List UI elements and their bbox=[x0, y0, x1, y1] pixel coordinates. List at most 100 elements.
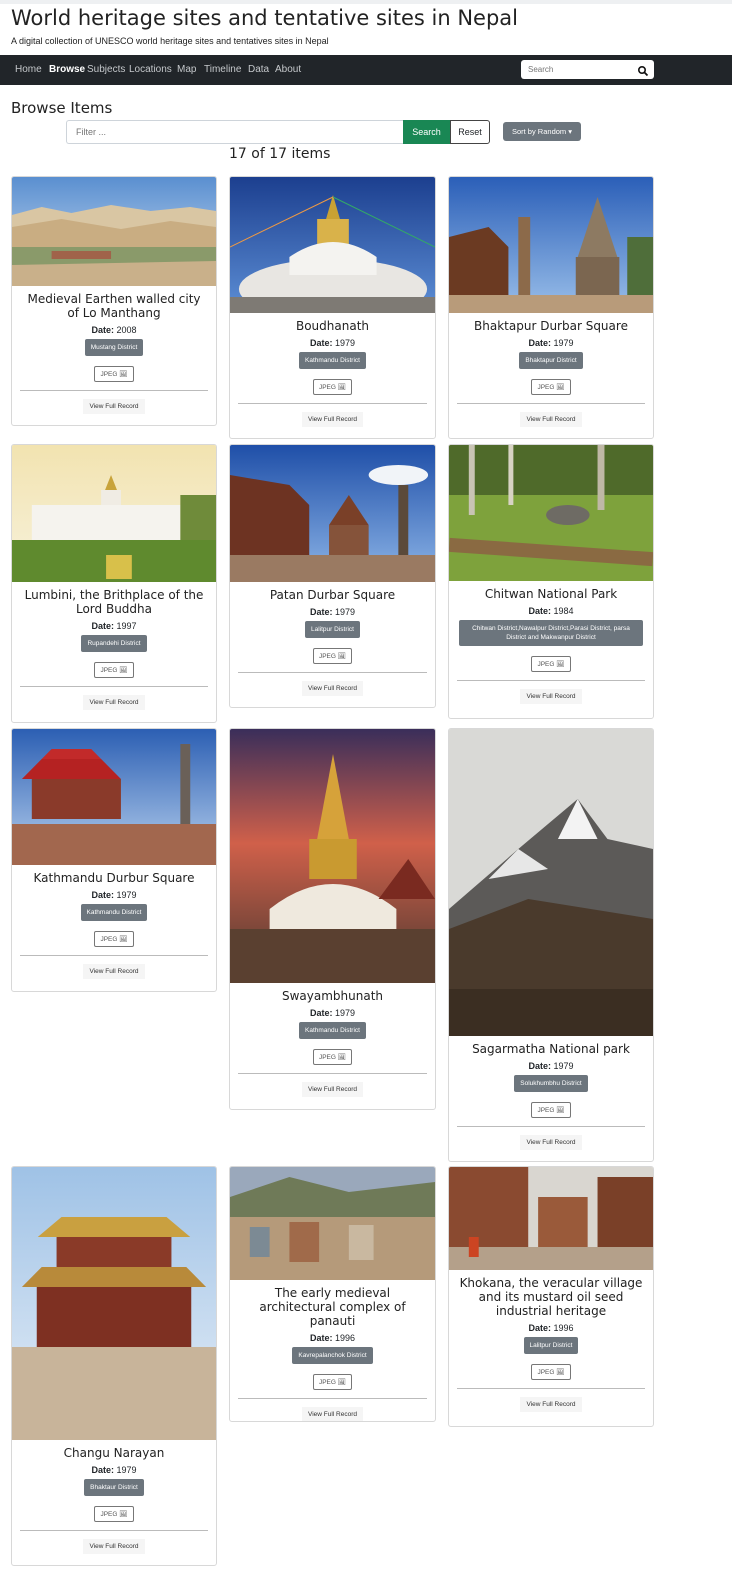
location-badge[interactable]: Bhaktaur District bbox=[84, 1479, 144, 1496]
location-badge[interactable]: Mustang District bbox=[84, 339, 144, 356]
item-title[interactable]: Boudhanath bbox=[230, 319, 435, 333]
item-date: Date: 1984 bbox=[528, 606, 574, 616]
view-full-record-button[interactable]: View Full Record bbox=[301, 412, 363, 427]
item-title[interactable]: Bhaktapur Durbar Square bbox=[449, 319, 653, 333]
item-title[interactable]: Swayambhunath bbox=[230, 989, 435, 1003]
nav-search-box bbox=[521, 60, 654, 79]
divider bbox=[20, 955, 208, 956]
item-date: Date: 1979 bbox=[309, 607, 356, 617]
format-badge: JPEG 🖼 bbox=[94, 1506, 134, 1522]
item-image[interactable] bbox=[449, 445, 653, 581]
item-image[interactable] bbox=[12, 445, 216, 582]
item-date: Date: 1996 bbox=[528, 1323, 574, 1333]
location-badge[interactable]: Lalitpur District bbox=[523, 1337, 579, 1354]
view-full-record-button[interactable]: View Full Record bbox=[520, 1135, 582, 1150]
item-card: Medieval Earthen walled city of Lo Manth… bbox=[11, 176, 217, 426]
nav-home[interactable]: Home bbox=[15, 64, 42, 75]
item-title[interactable]: Patan Durbar Square bbox=[230, 588, 435, 602]
nav-timeline[interactable]: Timeline bbox=[204, 64, 241, 75]
location-badge[interactable]: Solukhumbhu District bbox=[514, 1075, 588, 1092]
item-image[interactable] bbox=[230, 729, 435, 983]
site-subtitle: A digital collection of UNESCO world her… bbox=[11, 36, 329, 46]
item-title[interactable]: Chitwan National Park bbox=[449, 587, 653, 601]
nav-locations[interactable]: Locations bbox=[129, 64, 172, 75]
format-badge: JPEG 🖼 bbox=[312, 1374, 353, 1390]
divider bbox=[457, 680, 645, 681]
format-badge: JPEG 🖼 bbox=[531, 656, 571, 672]
nav-map[interactable]: Map bbox=[177, 64, 196, 75]
item-date: Date: 1979 bbox=[528, 338, 574, 348]
divider bbox=[238, 1073, 427, 1074]
image-icon: 🖼 bbox=[119, 936, 128, 943]
nav-browse[interactable]: Browse bbox=[49, 64, 85, 75]
location-badge[interactable]: Kathmandu District bbox=[299, 1022, 366, 1039]
sort-label: Sort by Random bbox=[511, 127, 567, 136]
location-badge[interactable]: Kavrepalanchok District bbox=[292, 1347, 373, 1364]
filter-input[interactable] bbox=[67, 121, 403, 143]
item-image[interactable] bbox=[230, 1167, 435, 1280]
item-card: Kathmandu Durbur Square Date: 1979 Kathm… bbox=[11, 728, 217, 992]
location-badge[interactable]: Kathmandu District bbox=[80, 904, 148, 921]
view-full-record-button[interactable]: View Full Record bbox=[301, 681, 363, 696]
item-image[interactable] bbox=[12, 729, 216, 865]
image-icon: 🖼 bbox=[556, 384, 565, 391]
search-button[interactable]: Search bbox=[403, 120, 450, 144]
image-icon: 🖼 bbox=[556, 1107, 565, 1114]
divider bbox=[238, 1398, 427, 1399]
divider bbox=[20, 686, 208, 687]
nav-search-input[interactable] bbox=[521, 60, 633, 79]
item-title[interactable]: Sagarmatha National park bbox=[449, 1042, 653, 1056]
item-title[interactable]: The early medieval architectural complex… bbox=[230, 1286, 435, 1328]
format-badge: JPEG 🖼 bbox=[531, 1364, 571, 1380]
format-badge: JPEG 🖼 bbox=[312, 648, 353, 664]
view-full-record-button[interactable]: View Full Record bbox=[83, 399, 145, 414]
item-image[interactable] bbox=[230, 445, 435, 582]
location-badge[interactable]: Rupandehi District bbox=[81, 635, 147, 652]
item-image[interactable] bbox=[449, 1167, 653, 1270]
location-badge[interactable]: Lalitpur District bbox=[305, 621, 360, 638]
image-icon: 🖼 bbox=[119, 371, 128, 378]
item-image[interactable] bbox=[449, 177, 653, 313]
item-date: Date: 1997 bbox=[91, 621, 137, 631]
view-full-record-button[interactable]: View Full Record bbox=[520, 1397, 582, 1412]
item-title[interactable]: Kathmandu Durbur Square bbox=[12, 871, 216, 885]
image-icon: 🖼 bbox=[119, 667, 128, 674]
view-full-record-button[interactable]: View Full Record bbox=[520, 689, 582, 704]
nav-about[interactable]: About bbox=[275, 64, 301, 75]
view-full-record-button[interactable]: View Full Record bbox=[83, 964, 145, 979]
item-title[interactable]: Khokana, the veracular village and its m… bbox=[449, 1276, 653, 1318]
format-badge: JPEG 🖼 bbox=[94, 931, 134, 947]
item-card: Chitwan National Park Date: 1984 Chitwan… bbox=[448, 444, 654, 719]
item-card: Boudhanath Date: 1979 Kathmandu District… bbox=[229, 176, 436, 439]
location-badge[interactable]: Chitwan District,Nawalpur District,Paras… bbox=[459, 620, 643, 646]
format-badge: JPEG 🖼 bbox=[312, 1049, 353, 1065]
image-icon: 🖼 bbox=[337, 653, 347, 660]
sort-dropdown[interactable]: Sort by Random ▾ bbox=[503, 122, 581, 141]
search-icon[interactable] bbox=[637, 64, 649, 77]
location-badge[interactable]: Kathmandu District bbox=[299, 352, 366, 369]
filter-field bbox=[66, 120, 403, 144]
view-full-record-button[interactable]: View Full Record bbox=[520, 412, 582, 427]
view-full-record-button[interactable]: View Full Record bbox=[83, 695, 145, 710]
item-image[interactable] bbox=[12, 1167, 216, 1440]
item-date: Date: 1979 bbox=[309, 1008, 356, 1018]
divider bbox=[20, 390, 208, 391]
view-full-record-button[interactable]: View Full Record bbox=[301, 1407, 363, 1421]
divider bbox=[238, 403, 427, 404]
image-icon: 🖼 bbox=[556, 1369, 565, 1376]
reset-button[interactable]: Reset bbox=[450, 120, 490, 144]
item-image[interactable] bbox=[449, 729, 653, 1036]
format-badge: JPEG 🖼 bbox=[94, 662, 134, 678]
item-card: Swayambhunath Date: 1979 Kathmandu Distr… bbox=[229, 728, 436, 1110]
item-image[interactable] bbox=[230, 177, 435, 313]
item-title[interactable]: Changu Narayan bbox=[12, 1446, 216, 1460]
location-badge[interactable]: Bhaktapur District bbox=[519, 352, 583, 369]
item-image[interactable] bbox=[12, 177, 216, 286]
view-full-record-button[interactable]: View Full Record bbox=[83, 1539, 145, 1554]
format-badge: JPEG 🖼 bbox=[312, 379, 353, 395]
item-title[interactable]: Medieval Earthen walled city of Lo Manth… bbox=[12, 292, 216, 320]
item-title[interactable]: Lumbini, the Brithplace of the Lord Budd… bbox=[12, 588, 216, 616]
view-full-record-button[interactable]: View Full Record bbox=[301, 1082, 363, 1097]
nav-data[interactable]: Data bbox=[248, 64, 269, 75]
nav-subjects[interactable]: Subjects bbox=[87, 64, 125, 75]
